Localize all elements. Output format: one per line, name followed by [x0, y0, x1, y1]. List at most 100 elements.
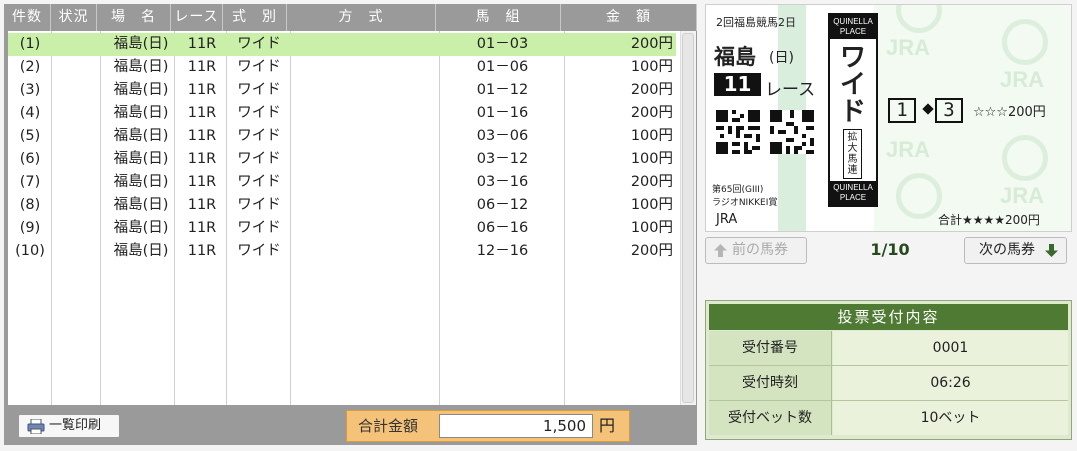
table-row[interactable]: (3) 福島(日) 11R ワイド 01－12 200円: [8, 79, 676, 102]
bet-type-en-bottom: QUINELLA PLACE: [830, 181, 876, 205]
table-row[interactable]: (2) 福島(日) 11R ワイド 01－06 100円: [8, 56, 676, 79]
table-row[interactable]: (9) 福島(日) 11R ワイド 06－16 100円: [8, 217, 676, 240]
receipt-row: 受付番号 0001: [709, 331, 1068, 365]
total-amount-label: 合計金額: [358, 417, 419, 435]
cell-combo: 01－16: [476, 105, 529, 121]
cell-combo: 01－06: [476, 59, 529, 75]
cell-type: ワイド: [237, 128, 281, 144]
cell-amount: 100円: [630, 151, 673, 167]
cell-amount: 100円: [630, 197, 673, 213]
cell-place: 福島(日): [113, 82, 169, 98]
cell-no: (5): [19, 128, 41, 144]
header-type: 式 別: [223, 4, 287, 31]
cell-type: ワイド: [237, 59, 281, 75]
receipt-label: 受付時刻: [709, 366, 832, 400]
bet-type-en-line: QUINELLA: [833, 17, 873, 26]
table-row[interactable]: (7) 福島(日) 11R ワイド 03－16 200円: [8, 171, 676, 194]
ticket-race-label: レース: [765, 80, 816, 100]
cell-combo: 06－12: [476, 197, 529, 213]
print-list-button[interactable]: 一覧印刷: [18, 414, 120, 438]
next-ticket-label: 次の馬券: [979, 242, 1035, 258]
receipt-row: 受付ベット数 10ベット: [709, 401, 1068, 435]
table-row[interactable]: (4) 福島(日) 11R ワイド 01－16 200円: [8, 102, 676, 125]
next-ticket-button[interactable]: 次の馬券: [964, 237, 1067, 264]
cell-amount: 200円: [630, 82, 673, 98]
cell-race: 11R: [187, 36, 217, 52]
header-place: 場 名: [97, 4, 171, 31]
header-combo: 馬 組: [436, 4, 561, 31]
watermark-logo-icon: [896, 173, 942, 219]
receipt-label: 受付番号: [709, 331, 832, 365]
cell-type: ワイド: [237, 82, 281, 98]
cell-race: 11R: [187, 128, 217, 144]
cell-race: 11R: [187, 174, 217, 190]
cell-place: 福島(日): [113, 105, 169, 121]
receipt-row: 受付時刻 06:26: [709, 366, 1068, 400]
cell-race: 11R: [187, 105, 217, 121]
cell-type: ワイド: [237, 174, 281, 190]
ticket-total: 合計★★★★200円: [938, 213, 1040, 227]
cell-amount: 200円: [630, 174, 673, 190]
watermark-logo-icon: [1002, 19, 1048, 65]
ticket-race-grade: 第65回(GIII): [712, 185, 764, 195]
cell-place: 福島(日): [113, 151, 169, 167]
watermark-text: JRA: [886, 137, 931, 162]
previous-ticket-label: 前の馬券: [732, 242, 788, 258]
watermark-logo-icon: [1002, 135, 1048, 181]
cell-combo: 01－03: [476, 36, 529, 52]
table-row[interactable]: (8) 福島(日) 11R ワイド 06－12 100円: [8, 194, 676, 217]
bet-type-en-line: QUINELLA: [833, 183, 873, 192]
previous-ticket-button[interactable]: 前の馬券: [705, 237, 807, 264]
cell-place: 福島(日): [113, 197, 169, 213]
watermark-text: JRA: [886, 35, 931, 60]
cell-combo: 03－16: [476, 174, 529, 190]
cell-amount: 200円: [630, 243, 673, 259]
vertical-char: ド: [839, 97, 866, 127]
print-list-label: 一覧印刷: [49, 418, 102, 433]
cell-race: 11R: [187, 220, 217, 236]
cell-place: 福島(日): [113, 174, 169, 190]
vertical-char: イ: [839, 70, 866, 100]
table-row[interactable]: (6) 福島(日) 11R ワイド 03－12 100円: [8, 148, 676, 171]
scrollbar-thumb[interactable]: [682, 33, 694, 403]
cell-combo: 03－06: [476, 128, 529, 144]
page-indicator: 1/10: [870, 240, 910, 259]
cell-combo: 06－16: [476, 220, 529, 236]
bet-type-en-top: QUINELLA PLACE: [830, 15, 876, 39]
cell-type: ワイド: [237, 197, 281, 213]
ticket-place: 福島: [714, 44, 756, 69]
cell-type: ワイド: [237, 220, 281, 236]
printer-icon: [27, 419, 45, 434]
watermark-logo-icon: [896, 5, 942, 33]
header-count: 件数: [4, 4, 51, 31]
cell-type: ワイド: [237, 105, 281, 121]
cell-no: (4): [19, 105, 41, 121]
cell-amount: 200円: [630, 105, 673, 121]
ticket-horse-2: 3: [935, 98, 963, 123]
vertical-char: 拡: [847, 132, 858, 143]
vertical-char: ワ: [839, 43, 866, 73]
cell-race: 11R: [187, 59, 217, 75]
vertical-char: 馬: [847, 154, 858, 165]
cell-type: ワイド: [237, 243, 281, 259]
receipt-value: 0001: [833, 331, 1068, 365]
table-row[interactable]: (10) 福島(日) 11R ワイド 12－16 200円: [8, 240, 676, 263]
watermark-text: JRA: [1000, 67, 1045, 92]
total-amount-field: 1,500: [439, 414, 593, 438]
header-race: レース: [171, 4, 223, 31]
ticket-jra: JRA: [716, 212, 738, 227]
header-method: 方 式: [287, 4, 436, 31]
ticket-race-name: ラジオNIKKEI賞: [712, 198, 778, 208]
table-row[interactable]: (1) 福島(日) 11R ワイド 01－03 200円: [8, 33, 676, 56]
receipt-title: 投票受付内容: [709, 304, 1068, 330]
cell-no: (1): [19, 36, 41, 52]
cell-combo: 03－12: [476, 151, 529, 167]
cell-no: (7): [19, 174, 41, 190]
receipt-value: 06:26: [833, 366, 1068, 400]
table-row[interactable]: (5) 福島(日) 11R ワイド 03－06 100円: [8, 125, 676, 148]
table-body: (1) 福島(日) 11R ワイド 01－03 200円 (2) 福島(日) 11R ワイド 01－…: [8, 31, 696, 405]
cell-race: 11R: [187, 82, 217, 98]
header-status: 状況: [51, 4, 97, 31]
qr-code-icon: [770, 110, 814, 154]
arrow-down-icon: [1045, 244, 1058, 257]
